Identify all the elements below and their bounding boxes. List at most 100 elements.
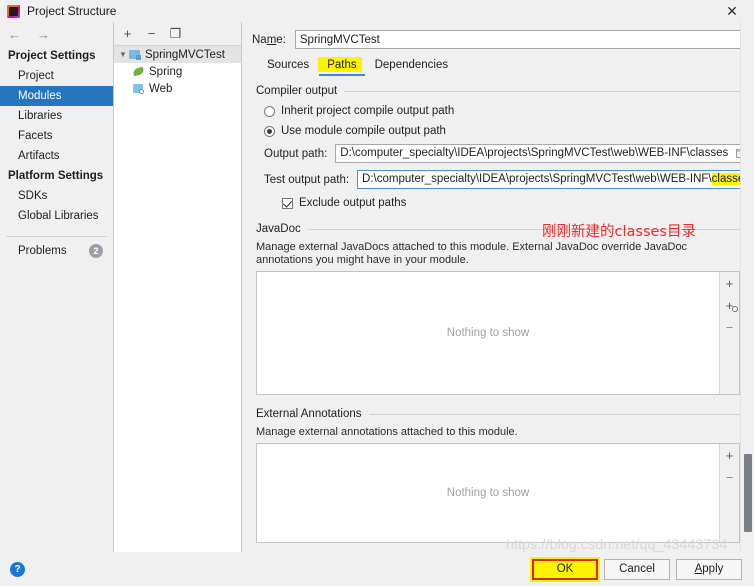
output-path-value: D:\computer_specialty\IDEA\projects\Spri… bbox=[340, 147, 729, 159]
javadoc-title: JavaDoc bbox=[256, 223, 301, 235]
tree-node-label: SpringMVCTest bbox=[145, 48, 225, 61]
javadoc-empty-text: Nothing to show bbox=[446, 327, 530, 339]
javadoc-add-url-icon[interactable]: + bbox=[723, 299, 738, 312]
spring-leaf-icon bbox=[133, 66, 145, 77]
compiler-output-title: Compiler output bbox=[256, 85, 338, 97]
external-annotations-header: External Annotations bbox=[256, 408, 740, 420]
tab-dependencies-label: Dependencies bbox=[374, 59, 449, 71]
tree-node-web[interactable]: Web bbox=[114, 80, 241, 97]
footer-buttons: OK Cancel Apply bbox=[530, 556, 742, 582]
globe-icon bbox=[731, 306, 738, 312]
remove-module-icon[interactable]: − bbox=[145, 27, 158, 40]
external-annotations-title: External Annotations bbox=[256, 408, 362, 420]
tab-sources-label: Sources bbox=[267, 59, 310, 71]
ok-button[interactable]: OK bbox=[530, 556, 600, 582]
tree-node-springmvctest[interactable]: ▼ SpringMVCTest bbox=[114, 46, 241, 63]
module-tree-pane: + − ❐ ▼ SpringMVCTest Spring Web bbox=[114, 22, 242, 552]
output-path-row: Output path: D:\computer_specialty\IDEA\… bbox=[256, 144, 754, 163]
tab-paths[interactable]: Paths bbox=[318, 56, 366, 76]
module-tabs: Sources Paths Dependencies bbox=[242, 56, 754, 76]
javadoc-add-icon[interactable]: + bbox=[723, 277, 737, 290]
module-icon bbox=[129, 49, 141, 60]
nav-group-title-platform-settings: Platform Settings bbox=[8, 170, 104, 182]
inherit-output-path-option[interactable]: Inherit project compile output path bbox=[256, 105, 740, 117]
back-arrow-icon[interactable]: ← bbox=[8, 28, 21, 41]
add-module-icon[interactable]: + bbox=[121, 27, 134, 40]
problems-count-badge: 2 bbox=[89, 244, 103, 258]
exclude-output-paths-option[interactable]: Exclude output paths bbox=[256, 197, 740, 209]
window-title: Project Structure bbox=[27, 4, 117, 18]
radio-selected-icon[interactable] bbox=[264, 125, 275, 137]
tab-paths-label: Paths bbox=[327, 59, 357, 71]
sidebar-item-project[interactable]: Project bbox=[0, 66, 113, 86]
cancel-button[interactable]: Cancel bbox=[604, 558, 670, 580]
javadoc-list[interactable]: Nothing to show bbox=[257, 272, 719, 394]
section-rule bbox=[344, 90, 740, 92]
web-facet-icon bbox=[133, 83, 145, 94]
problems-label: Problems bbox=[18, 245, 67, 257]
section-rule bbox=[368, 413, 740, 415]
content-scrollbar-thumb[interactable] bbox=[744, 454, 752, 532]
close-icon[interactable]: ✕ bbox=[710, 0, 754, 22]
output-path-field[interactable]: D:\computer_specialty\IDEA\projects\Spri… bbox=[335, 144, 754, 163]
sidebar-item-artifacts[interactable]: Artifacts bbox=[0, 146, 113, 166]
output-path-label: Output path: bbox=[264, 147, 328, 160]
javadoc-remove-icon[interactable]: − bbox=[723, 321, 737, 334]
intellij-idea-icon bbox=[7, 4, 20, 18]
external-annotations-list[interactable]: Nothing to show bbox=[257, 444, 719, 542]
classes-directory-note: 刚刚新建的classes目录 bbox=[542, 224, 696, 240]
javadoc-list-container: Nothing to show + + − bbox=[256, 271, 740, 395]
external-annotations-list-container: Nothing to show + − bbox=[256, 443, 740, 543]
external-annotations-description: Manage external annotations attached to … bbox=[256, 426, 518, 438]
exclude-output-paths-label: Exclude output paths bbox=[299, 197, 407, 209]
settings-nav-pane: ← → Project Settings Project Modules Lib… bbox=[0, 22, 114, 552]
sidebar-item-sdks[interactable]: SDKs bbox=[0, 186, 113, 206]
module-name-label: Name: bbox=[252, 33, 286, 46]
sidebar-item-problems[interactable]: Problems 2 bbox=[0, 237, 113, 261]
paths-tab-body: Compiler output Inherit project compile … bbox=[242, 85, 754, 543]
tree-node-label: Spring bbox=[149, 65, 183, 78]
javadoc-group: JavaDoc Manage external JavaDocs attache… bbox=[256, 223, 740, 395]
module-tree-toolbar: + − ❐ bbox=[114, 22, 241, 46]
external-annotations-remove-icon[interactable]: − bbox=[723, 471, 737, 484]
forward-arrow-icon[interactable]: → bbox=[37, 28, 50, 41]
sidebar-item-facets[interactable]: Facets bbox=[0, 126, 113, 146]
test-output-path-field[interactable]: D:\computer_specialty\IDEA\projects\Spri… bbox=[357, 170, 754, 189]
external-annotations-empty-text: Nothing to show bbox=[446, 487, 530, 499]
window-titlebar: Project Structure ✕ bbox=[0, 0, 754, 22]
test-output-path-row: Test output path: D:\computer_specialty\… bbox=[256, 170, 754, 189]
content-scrollbar[interactable] bbox=[740, 22, 754, 552]
external-annotations-list-toolbar: + − bbox=[719, 444, 739, 542]
javadoc-list-toolbar: + + − bbox=[719, 272, 739, 394]
test-output-path-label: Test output path: bbox=[264, 173, 350, 186]
sidebar-item-modules[interactable]: Modules bbox=[0, 86, 113, 106]
nav-group-title-project-settings: Project Settings bbox=[8, 50, 96, 62]
module-detail-pane: Name: Sources Paths Dependencies Compile… bbox=[242, 22, 754, 552]
test-output-path-value: D:\computer_specialty\IDEA\projects\Spri… bbox=[362, 173, 750, 185]
apply-button[interactable]: Apply bbox=[676, 558, 742, 580]
external-annotations-group: External Annotations Manage external ann… bbox=[256, 408, 740, 543]
tree-node-label: Web bbox=[149, 82, 173, 95]
module-name-row: Name: bbox=[242, 22, 754, 49]
tree-node-spring[interactable]: Spring bbox=[114, 63, 241, 80]
compiler-output-header: Compiler output bbox=[256, 85, 740, 97]
nav-history-controls: ← → bbox=[0, 22, 113, 46]
external-annotations-add-icon[interactable]: + bbox=[723, 449, 737, 462]
sidebar-item-libraries[interactable]: Libraries bbox=[0, 106, 113, 126]
dialog-footer: ? OK Cancel Apply bbox=[0, 552, 754, 586]
module-tree-rows: ▼ SpringMVCTest Spring Web bbox=[114, 46, 241, 552]
inherit-output-path-label: Inherit project compile output path bbox=[281, 105, 455, 117]
copy-module-icon[interactable]: ❐ bbox=[169, 27, 182, 40]
tab-dependencies[interactable]: Dependencies bbox=[366, 56, 458, 76]
sidebar-item-global-libraries[interactable]: Global Libraries bbox=[0, 206, 113, 226]
compiler-output-group: Compiler output Inherit project compile … bbox=[256, 85, 754, 209]
tab-sources[interactable]: Sources bbox=[258, 56, 318, 76]
use-module-output-path-option[interactable]: Use module compile output path bbox=[256, 125, 740, 137]
dialog-body: ← → Project Settings Project Modules Lib… bbox=[0, 22, 754, 552]
chevron-down-icon[interactable]: ▼ bbox=[117, 50, 129, 59]
use-module-output-path-label: Use module compile output path bbox=[281, 125, 446, 137]
radio-icon[interactable] bbox=[264, 105, 275, 117]
checkbox-icon[interactable] bbox=[282, 197, 293, 209]
javadoc-description: Manage external JavaDocs attached to thi… bbox=[256, 241, 688, 266]
module-name-input[interactable] bbox=[294, 30, 744, 49]
